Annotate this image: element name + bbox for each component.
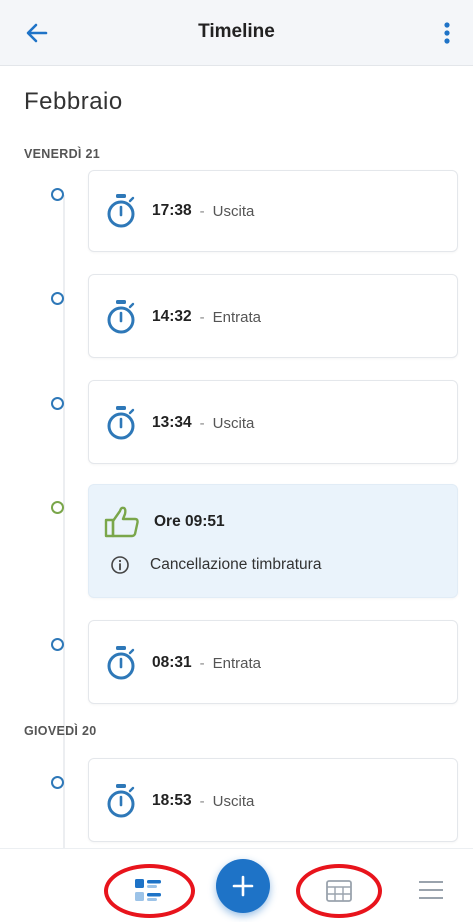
more-vertical-icon — [444, 22, 450, 44]
approval-card[interactable]: Ore 09:51 Cancellazione timbratura — [88, 484, 458, 598]
thumbs-up-icon — [104, 506, 139, 538]
annotation-circle-calendar — [296, 864, 382, 918]
add-button[interactable] — [216, 859, 270, 913]
separator: - — [199, 654, 205, 672]
stamp-kind: Uscita — [212, 202, 255, 220]
stamp-kind: Entrata — [212, 654, 262, 672]
timeline-dot — [51, 292, 64, 305]
day-header: VENERDÌ 21 — [24, 147, 100, 161]
menu-icon[interactable] — [417, 879, 445, 901]
timeline-dot — [51, 397, 64, 410]
separator: - — [199, 308, 205, 326]
stopwatch-icon — [107, 300, 135, 334]
day-header: GIOVEDÌ 20 — [24, 724, 97, 738]
stopwatch-icon — [107, 194, 135, 228]
stamp-time: 13:34 — [152, 414, 192, 431]
stopwatch-icon — [107, 646, 135, 680]
more-options-button[interactable] — [437, 16, 457, 50]
timeline-card[interactable]: 08:31 - Entrata — [88, 620, 458, 704]
top-app-bar: Timeline — [0, 0, 473, 66]
stamp-time: 17:38 — [152, 202, 192, 219]
info-icon — [111, 556, 129, 574]
stamp-kind: Entrata — [212, 308, 262, 326]
plus-icon — [232, 875, 254, 897]
timeline-dot — [51, 188, 64, 201]
separator: - — [199, 792, 205, 810]
separator: - — [199, 202, 205, 220]
month-heading: Febbraio — [24, 88, 123, 115]
timeline-card[interactable]: 14:32 - Entrata — [88, 274, 458, 358]
stopwatch-icon — [107, 406, 135, 440]
separator: - — [199, 414, 205, 432]
timeline-dot — [51, 776, 64, 789]
timeline-dot — [51, 501, 64, 514]
timeline-card[interactable]: 13:34 - Uscita — [88, 380, 458, 464]
bottom-navigation — [0, 848, 473, 922]
worked-hours: Ore 09:51 — [154, 513, 225, 530]
timeline-dot — [51, 638, 64, 651]
approval-note: Cancellazione timbratura — [150, 556, 322, 573]
stamp-kind: Uscita — [212, 414, 255, 432]
timeline-card[interactable]: 18:53 - Uscita — [88, 758, 458, 842]
stopwatch-icon — [107, 784, 135, 818]
timeline-card[interactable]: 17:38 - Uscita — [88, 170, 458, 252]
page-title: Timeline — [198, 21, 275, 42]
timeline-line — [63, 195, 65, 855]
stamp-time: 18:53 — [152, 792, 192, 809]
stamp-time: 08:31 — [152, 654, 192, 671]
stamp-kind: Uscita — [212, 792, 255, 810]
annotation-circle-dashboard — [104, 864, 195, 918]
stamp-time: 14:32 — [152, 308, 192, 325]
